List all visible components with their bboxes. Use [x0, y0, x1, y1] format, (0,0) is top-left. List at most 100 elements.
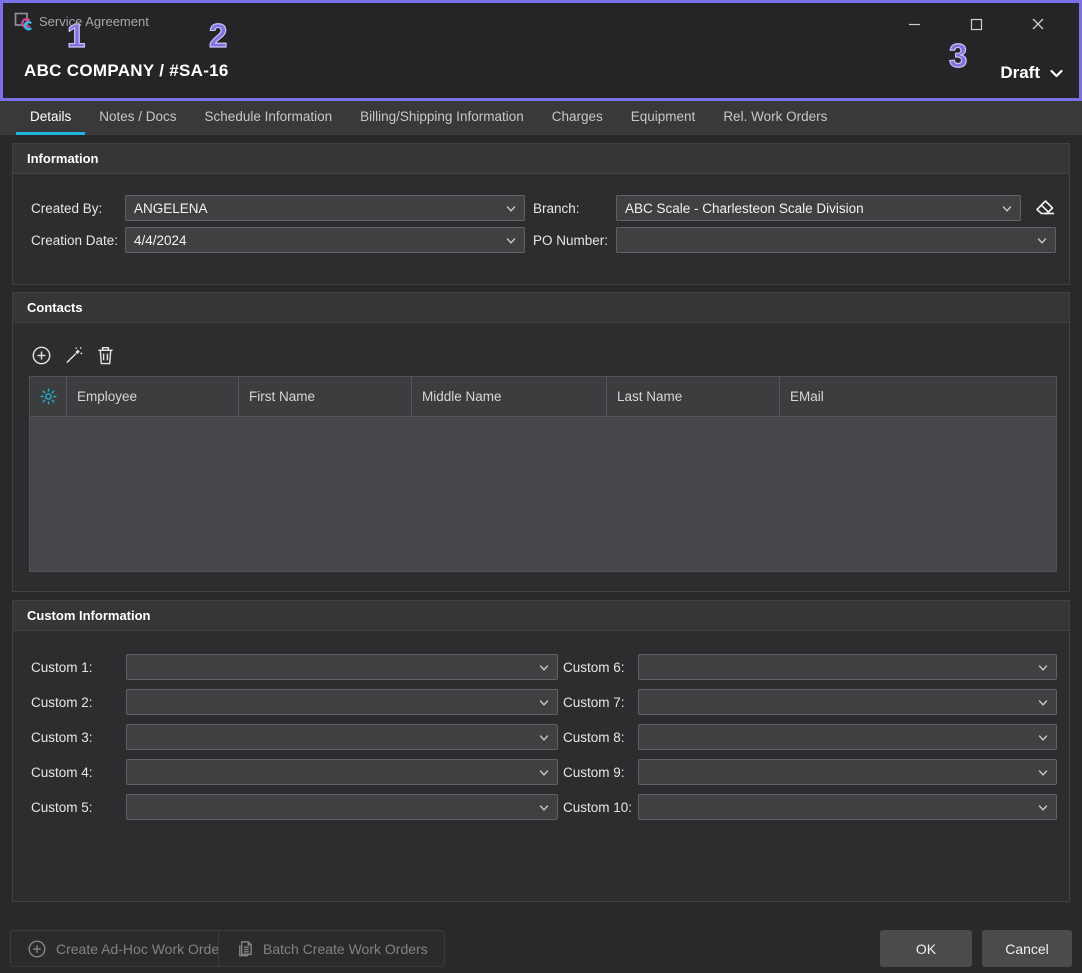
custom-2-label: Custom 2:: [31, 695, 126, 710]
chevron-down-icon: [1035, 234, 1049, 248]
po-number-label: PO Number:: [533, 233, 604, 248]
column-header-last-name[interactable]: Last Name: [607, 377, 780, 416]
info-row-1: Created By: ANGELENA Branch: ABC Scale -…: [31, 195, 1058, 221]
chevron-down-icon: [537, 801, 551, 815]
chevron-down-icon: [504, 202, 518, 216]
custom-row-5: Custom 5: Custom 10:: [31, 794, 1057, 820]
tab-charges[interactable]: Charges: [538, 101, 617, 135]
annotation-2: 2: [209, 19, 227, 52]
custom-5-combobox[interactable]: [126, 794, 558, 820]
chevron-down-icon: [537, 766, 551, 780]
custom-row-3: Custom 3: Custom 8:: [31, 724, 1057, 750]
creation-date-label: Creation Date:: [31, 233, 125, 248]
custom-10-combobox[interactable]: [638, 794, 1057, 820]
column-header-middle-name[interactable]: Middle Name: [412, 377, 607, 416]
chevron-down-icon: [537, 661, 551, 675]
branch-label: Branch:: [533, 201, 604, 216]
branch-value: ABC Scale - Charlesteon Scale Division: [625, 201, 864, 216]
custom-1-label: Custom 1:: [31, 660, 126, 675]
chevron-down-icon: [537, 696, 551, 710]
chevron-down-icon: [1036, 696, 1050, 710]
chevron-down-icon: [1036, 731, 1050, 745]
column-header-email[interactable]: EMail: [780, 377, 1056, 416]
custom-9-label: Custom 9:: [563, 765, 633, 780]
custom-information-panel: Custom Information Custom 1: Custom 6: C…: [12, 600, 1070, 902]
custom-3-combobox[interactable]: [126, 724, 558, 750]
maximize-button[interactable]: [961, 11, 991, 37]
creation-date-combobox[interactable]: 4/4/2024: [125, 227, 525, 253]
custom-row-1: Custom 1: Custom 6:: [31, 654, 1057, 680]
app-logo-icon: [14, 12, 34, 32]
tab-equipment[interactable]: Equipment: [617, 101, 710, 135]
custom-2-combobox[interactable]: [126, 689, 558, 715]
custom-6-label: Custom 6:: [563, 660, 633, 675]
chevron-down-icon: [1036, 661, 1050, 675]
trash-icon: [96, 345, 115, 366]
contacts-panel: Contacts: [12, 292, 1070, 592]
custom-4-combobox[interactable]: [126, 759, 558, 785]
custom-4-label: Custom 4:: [31, 765, 126, 780]
add-circle-icon: [31, 345, 52, 366]
tab-rel-work-orders[interactable]: Rel. Work Orders: [709, 101, 841, 135]
window-title: Service Agreement: [39, 14, 149, 29]
custom-10-label: Custom 10:: [563, 800, 633, 815]
po-number-combobox[interactable]: [616, 227, 1056, 253]
status-dropdown[interactable]: Draft: [1000, 61, 1065, 85]
delete-contact-button[interactable]: [95, 344, 115, 366]
minimize-button[interactable]: [899, 11, 929, 37]
service-agreement-window: Service Agreement ABC COMPANY / #SA-16 D…: [0, 0, 1082, 973]
custom-7-combobox[interactable]: [638, 689, 1057, 715]
contacts-table: Employee First Name Middle Name Last Nam…: [29, 376, 1057, 572]
close-button[interactable]: [1023, 11, 1053, 37]
custom-5-label: Custom 5:: [31, 800, 126, 815]
add-circle-icon: [27, 939, 47, 959]
chevron-down-icon: [1036, 766, 1050, 780]
branch-combobox[interactable]: ABC Scale - Charlesteon Scale Division: [616, 195, 1021, 221]
add-contact-button[interactable]: [31, 344, 51, 366]
chevron-down-icon: [1036, 801, 1050, 815]
created-by-combobox[interactable]: ANGELENA: [125, 195, 525, 221]
status-label: Draft: [1000, 63, 1040, 83]
ok-label: OK: [916, 941, 936, 957]
creation-date-value: 4/4/2024: [134, 233, 187, 248]
column-header-first-name[interactable]: First Name: [239, 377, 412, 416]
batch-create-work-orders-button[interactable]: Batch Create Work Orders: [218, 930, 445, 967]
contacts-section-title: Contacts: [13, 293, 1069, 323]
chevron-down-icon: [537, 731, 551, 745]
create-adhoc-work-order-label: Create Ad-Hoc Work Order: [56, 941, 224, 957]
custom-1-combobox[interactable]: [126, 654, 558, 680]
cancel-button[interactable]: Cancel: [982, 930, 1072, 967]
contacts-table-body-empty[interactable]: [30, 417, 1056, 571]
info-row-2: Creation Date: 4/4/2024 PO Number:: [31, 227, 1056, 253]
create-adhoc-work-order-button[interactable]: Create Ad-Hoc Work Order: [10, 930, 241, 967]
tab-schedule-information[interactable]: Schedule Information: [191, 101, 347, 135]
clear-branch-button[interactable]: [1032, 195, 1058, 221]
annotation-1: 1: [67, 19, 85, 52]
tab-notes-docs[interactable]: Notes / Docs: [85, 101, 190, 135]
information-section-title: Information: [13, 144, 1069, 174]
custom-information-section-title: Custom Information: [13, 601, 1069, 631]
column-chooser-cell[interactable]: [30, 377, 67, 416]
created-by-value: ANGELENA: [134, 201, 208, 216]
column-header-employee[interactable]: Employee: [67, 377, 239, 416]
documents-icon: [235, 939, 254, 959]
ok-button[interactable]: OK: [880, 930, 972, 967]
custom-8-label: Custom 8:: [563, 730, 633, 745]
custom-row-4: Custom 4: Custom 9:: [31, 759, 1057, 785]
annotation-3: 3: [949, 39, 967, 72]
tab-details[interactable]: Details: [16, 101, 85, 135]
custom-9-combobox[interactable]: [638, 759, 1057, 785]
custom-6-combobox[interactable]: [638, 654, 1057, 680]
chevron-down-icon: [1000, 202, 1014, 216]
contacts-toolbar: [31, 344, 115, 368]
cancel-label: Cancel: [1005, 941, 1049, 957]
eraser-icon: [1032, 195, 1058, 221]
edit-contact-button[interactable]: [63, 344, 83, 366]
information-panel: Information Created By: ANGELENA Branch:…: [12, 143, 1070, 285]
custom-7-label: Custom 7:: [563, 695, 633, 710]
chevron-down-icon: [1048, 65, 1065, 82]
tab-bar: Details Notes / Docs Schedule Informatio…: [0, 101, 1082, 135]
sun-icon: [40, 388, 57, 405]
custom-8-combobox[interactable]: [638, 724, 1057, 750]
tab-billing-shipping-information[interactable]: Billing/Shipping Information: [346, 101, 538, 135]
